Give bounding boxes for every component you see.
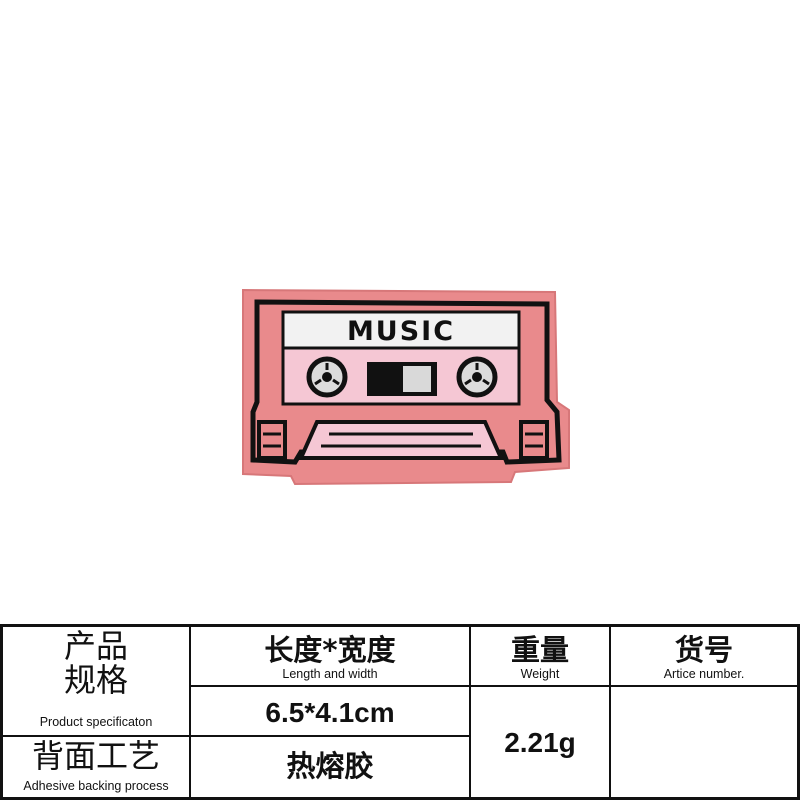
size-value-cell: 6.5*4.1cm [191, 687, 469, 735]
spec-table: 产品 规格 Product specificaton 长度*宽度 Length … [0, 624, 800, 800]
size-value: 6.5*4.1cm [265, 697, 395, 728]
product-image: MUSIC [235, 282, 571, 490]
article-header-cell: 货号 Artice number. [611, 633, 797, 685]
article-value-cell [611, 687, 797, 797]
weight-value-cell: 2.21g [471, 687, 609, 797]
size-header-cell: 长度*宽度 Length and width [191, 633, 469, 685]
left-reel-icon [306, 356, 348, 398]
spec-label-cell: 产品 规格 Product specificaton [3, 629, 189, 735]
backing-label-en: Adhesive backing process [23, 779, 169, 793]
weight-header-zh: 重量 [510, 633, 569, 667]
spec-label-en: Product specificaton [39, 715, 153, 729]
article-header-en: Artice number. [663, 667, 745, 681]
article-header-zh: 货号 [674, 633, 733, 667]
weight-value: 2.21g [504, 727, 576, 758]
patch-music-text: MUSIC [347, 316, 455, 347]
spec-label-zh-2: 规格 [63, 661, 128, 699]
cassette-patch-illustration: MUSIC [242, 288, 570, 486]
weight-header-en: Weight [520, 667, 560, 681]
size-header-zh: 长度*宽度 [264, 633, 396, 667]
cassette-bottom [297, 420, 505, 460]
backing-label-cell: 背面工艺 Adhesive backing process [3, 737, 189, 797]
backing-value: 热熔胶 [286, 749, 374, 783]
backing-label-zh: 背面工艺 [31, 737, 160, 775]
weight-header-cell: 重量 Weight [471, 633, 609, 685]
size-header-en: Length and width [282, 667, 378, 681]
right-reel-icon [456, 356, 498, 398]
backing-value-cell: 热熔胶 [191, 737, 469, 797]
spec-label-zh-1: 产品 [63, 629, 128, 665]
